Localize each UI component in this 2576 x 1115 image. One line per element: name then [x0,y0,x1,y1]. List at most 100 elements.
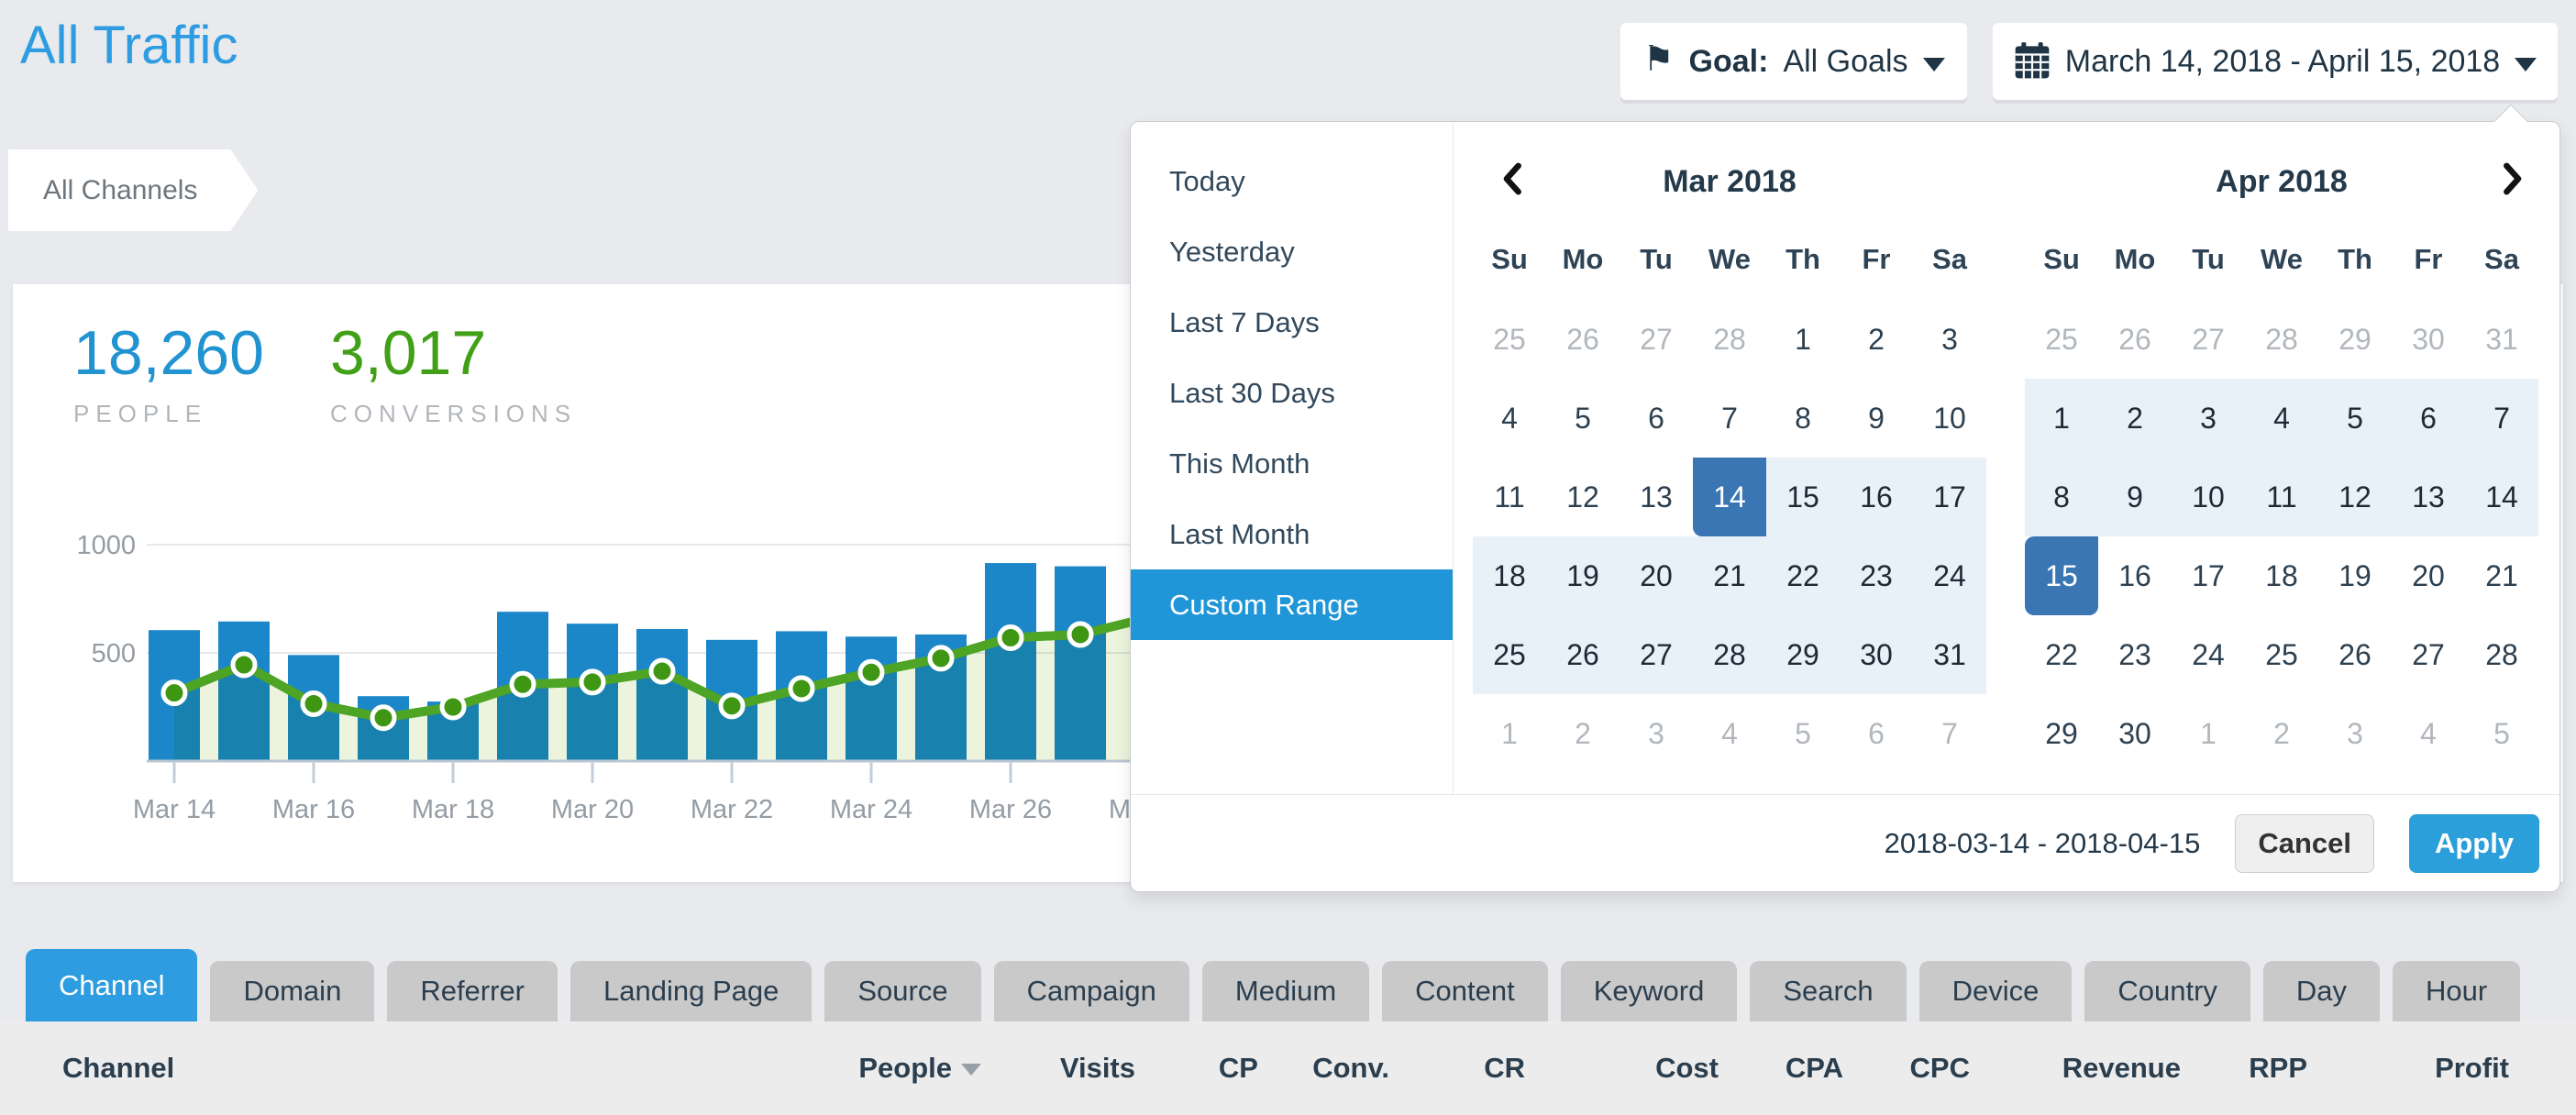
day-cell-13[interactable]: 13 [2392,458,2465,536]
day-cell-12[interactable]: 12 [2318,458,2392,536]
tab-hour[interactable]: Hour [2393,961,2520,1021]
tab-keyword[interactable]: Keyword [1561,961,1738,1021]
column-header-channel[interactable]: Channel [62,1052,798,1085]
day-cell-9[interactable]: 9 [2098,458,2172,536]
day-cell-7[interactable]: 7 [1913,694,1986,773]
day-cell-4[interactable]: 4 [1693,694,1766,773]
day-cell-26[interactable]: 26 [1546,615,1620,694]
day-cell-17[interactable]: 17 [2172,536,2245,615]
day-cell-28[interactable]: 28 [1693,615,1766,694]
day-cell-10[interactable]: 10 [1913,379,1986,458]
tab-campaign[interactable]: Campaign [994,961,1189,1021]
tab-content[interactable]: Content [1382,961,1548,1021]
day-cell-31[interactable]: 31 [1913,615,1986,694]
day-cell-11[interactable]: 11 [1473,458,1546,536]
day-cell-27[interactable]: 27 [2172,300,2245,379]
column-header-rpp[interactable]: RPP [2181,1052,2307,1085]
day-cell-5[interactable]: 5 [2318,379,2392,458]
date-preset-this-month[interactable]: This Month [1131,428,1453,499]
day-cell-27[interactable]: 27 [1620,615,1693,694]
column-header-cost[interactable]: Cost [1525,1052,1719,1085]
day-cell-5[interactable]: 5 [2465,694,2538,773]
day-cell-21[interactable]: 21 [1693,536,1766,615]
tab-channel[interactable]: Channel [26,949,197,1021]
column-header-revenue[interactable]: Revenue [1970,1052,2181,1085]
day-cell-14[interactable]: 14 [2465,458,2538,536]
day-cell-7[interactable]: 7 [1693,379,1766,458]
cancel-button[interactable]: Cancel [2235,814,2374,873]
day-cell-7[interactable]: 7 [2465,379,2538,458]
day-cell-31[interactable]: 31 [2465,300,2538,379]
day-cell-22[interactable]: 22 [2025,615,2098,694]
day-cell-29[interactable]: 29 [1766,615,1840,694]
day-cell-4[interactable]: 4 [1473,379,1546,458]
tab-referrer[interactable]: Referrer [387,961,558,1021]
day-cell-28[interactable]: 28 [2245,300,2318,379]
day-cell-6[interactable]: 6 [1620,379,1693,458]
tab-domain[interactable]: Domain [210,961,374,1021]
column-header-cpc[interactable]: CPC [1843,1052,1970,1085]
date-preset-last-7-days[interactable]: Last 7 Days [1131,287,1453,358]
day-cell-25[interactable]: 25 [2245,615,2318,694]
day-cell-26[interactable]: 26 [2318,615,2392,694]
date-preset-today[interactable]: Today [1131,146,1453,216]
day-cell-5[interactable]: 5 [1546,379,1620,458]
day-cell-8[interactable]: 8 [2025,458,2098,536]
column-header-conv[interactable]: Conv. [1258,1052,1389,1085]
tab-country[interactable]: Country [2084,961,2250,1021]
day-cell-27[interactable]: 27 [2392,615,2465,694]
column-header-people[interactable]: People [798,1052,981,1085]
tab-medium[interactable]: Medium [1202,961,1369,1021]
day-cell-20[interactable]: 20 [2392,536,2465,615]
day-cell-12[interactable]: 12 [1546,458,1620,536]
day-cell-25[interactable]: 25 [2025,300,2098,379]
day-cell-20[interactable]: 20 [1620,536,1693,615]
column-header-cr[interactable]: CR [1389,1052,1525,1085]
day-cell-16[interactable]: 16 [2098,536,2172,615]
column-header-cpa[interactable]: CPA [1719,1052,1843,1085]
day-cell-29[interactable]: 29 [2025,694,2098,773]
day-cell-11[interactable]: 11 [2245,458,2318,536]
day-cell-30[interactable]: 30 [2392,300,2465,379]
tab-landing-page[interactable]: Landing Page [570,961,812,1021]
day-cell-30[interactable]: 30 [1840,615,1913,694]
day-cell-24[interactable]: 24 [2172,615,2245,694]
column-header-visits[interactable]: Visits [981,1052,1135,1085]
date-preset-last-month[interactable]: Last Month [1131,499,1453,569]
day-cell-18[interactable]: 18 [1473,536,1546,615]
day-cell-2[interactable]: 2 [1840,300,1913,379]
day-cell-19[interactable]: 19 [2318,536,2392,615]
day-cell-25[interactable]: 25 [1473,615,1546,694]
next-month-button[interactable] [2492,159,2532,199]
tab-day[interactable]: Day [2263,961,2380,1021]
day-cell-5[interactable]: 5 [1766,694,1840,773]
tab-search[interactable]: Search [1750,961,1906,1021]
day-cell-9[interactable]: 9 [1840,379,1913,458]
day-cell-6[interactable]: 6 [1840,694,1913,773]
apply-button[interactable]: Apply [2409,814,2539,873]
day-cell-26[interactable]: 26 [2098,300,2172,379]
day-cell-29[interactable]: 29 [2318,300,2392,379]
day-cell-28[interactable]: 28 [1693,300,1766,379]
date-range-button[interactable]: March 14, 2018 - April 15, 2018 [1993,23,2558,100]
day-cell-28[interactable]: 28 [2465,615,2538,694]
day-cell-23[interactable]: 23 [2098,615,2172,694]
day-cell-26[interactable]: 26 [1546,300,1620,379]
date-preset-yesterday[interactable]: Yesterday [1131,216,1453,287]
day-cell-23[interactable]: 23 [1840,536,1913,615]
day-cell-19[interactable]: 19 [1546,536,1620,615]
day-cell-25[interactable]: 25 [1473,300,1546,379]
day-cell-16[interactable]: 16 [1840,458,1913,536]
date-preset-last-30-days[interactable]: Last 30 Days [1131,358,1453,428]
day-cell-30[interactable]: 30 [2098,694,2172,773]
day-cell-22[interactable]: 22 [1766,536,1840,615]
column-header-profit[interactable]: Profit [2307,1052,2509,1085]
day-cell-1[interactable]: 1 [1766,300,1840,379]
day-cell-27[interactable]: 27 [1620,300,1693,379]
day-cell-8[interactable]: 8 [1766,379,1840,458]
day-cell-3[interactable]: 3 [2318,694,2392,773]
breadcrumb[interactable]: All Channels [8,149,258,231]
day-cell-2[interactable]: 2 [2245,694,2318,773]
day-cell-3[interactable]: 3 [2172,379,2245,458]
day-cell-10[interactable]: 10 [2172,458,2245,536]
